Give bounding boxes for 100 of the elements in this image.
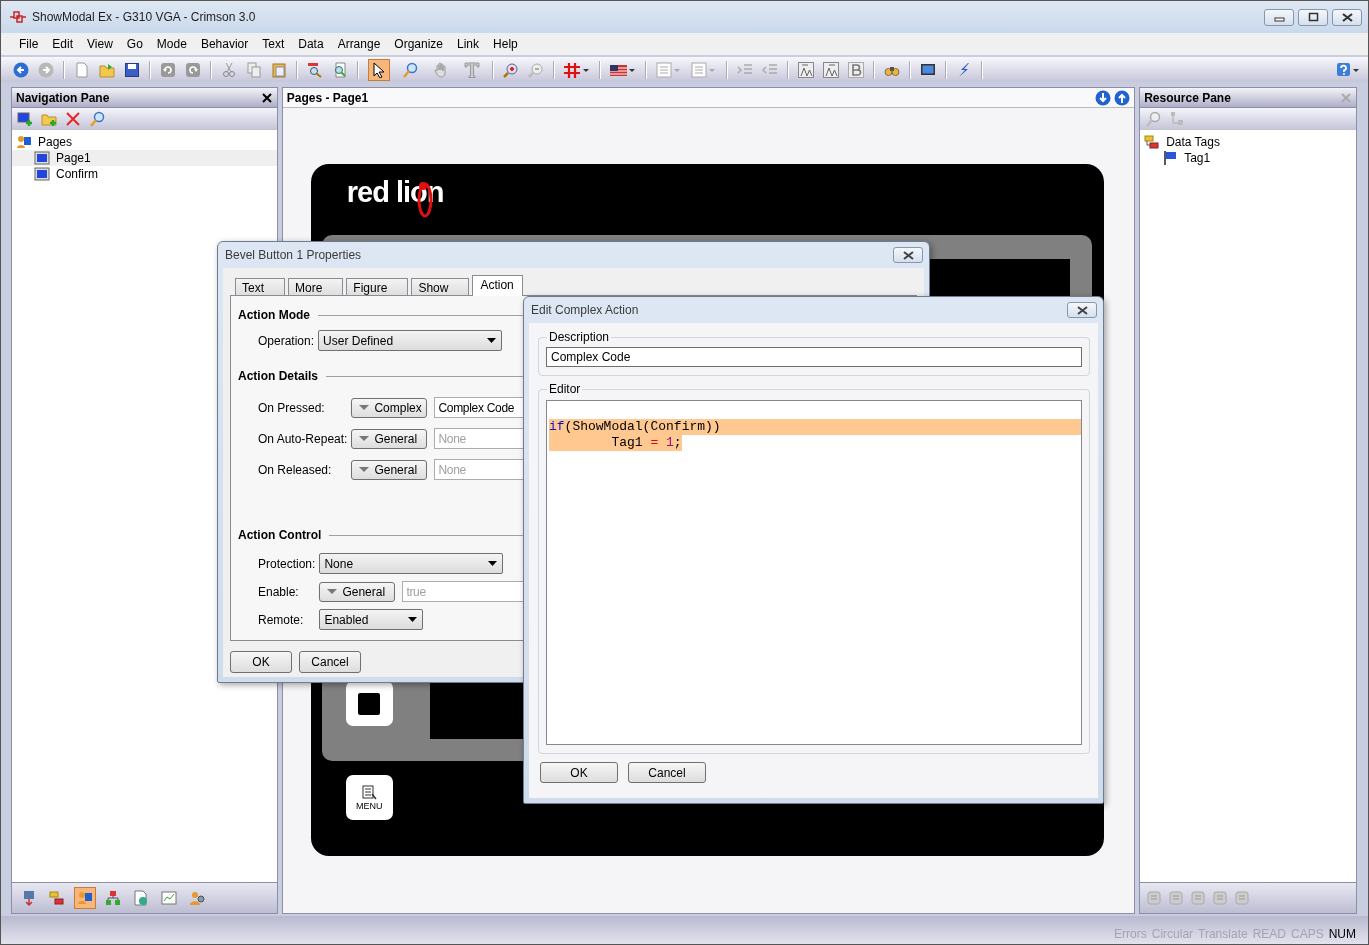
editor-title: Pages - Page1: [286, 90, 370, 105]
dialog-title: Edit Complex Action: [531, 303, 639, 317]
dropdown-arrow-icon: [487, 338, 497, 343]
chart-icon: [161, 890, 177, 906]
help-icon[interactable]: [1336, 61, 1360, 78]
scissors-icon[interactable]: [221, 61, 237, 78]
menu-item[interactable]: Arrange: [330, 37, 388, 51]
menu-item[interactable]: Behavior: [193, 37, 256, 51]
window-title: ShowModal Ex - G310 VGA - Crimson 3.0: [32, 10, 256, 24]
pointer-arrow-icon: [371, 61, 387, 78]
data-tags-icon: [1144, 134, 1161, 150]
close-button[interactable]: [1332, 8, 1362, 26]
app-logo-icon: [10, 9, 26, 25]
menu-item[interactable]: File: [12, 37, 46, 51]
bold-icon[interactable]: [848, 61, 864, 78]
pages-icon: [77, 890, 93, 906]
status-indicator: NUM: [1328, 927, 1356, 941]
close-icon: [902, 250, 914, 260]
caret-icon: [359, 467, 370, 472]
field-label: Protection:: [258, 556, 316, 571]
dialog-title: Bevel Button 1 Properties: [225, 248, 362, 262]
cancel-button[interactable]: Cancel: [628, 762, 706, 783]
page-icon: [34, 166, 50, 182]
tree-item[interactable]: Confirm: [12, 166, 277, 182]
search-icon[interactable]: [89, 111, 105, 127]
font-size-down-icon[interactable]: [823, 61, 839, 78]
menu-item[interactable]: Text: [255, 37, 292, 51]
menu-item[interactable]: Edit: [45, 37, 81, 51]
tree-item[interactable]: Data Tags: [1140, 134, 1356, 150]
search-icon[interactable]: [1145, 111, 1162, 127]
pane-title: Navigation Pane: [16, 90, 110, 105]
tree-item[interactable]: Tag1: [1140, 150, 1356, 166]
new-folder-icon[interactable]: [41, 111, 57, 127]
tree-item[interactable]: Pages: [12, 134, 277, 150]
caret-icon: [327, 589, 338, 594]
zoom-out-icon[interactable]: [528, 61, 544, 78]
magnifier-icon: [402, 61, 418, 78]
section-heading: Action Control: [238, 528, 322, 542]
section-heading: Action Mode: [238, 308, 310, 322]
communications-icon: [21, 890, 37, 906]
close-icon: [1340, 11, 1354, 23]
tab[interactable]: More: [288, 278, 344, 295]
grid-icon[interactable]: [564, 61, 590, 78]
undo-icon[interactable]: [160, 61, 176, 78]
field-label: On Pressed:: [258, 400, 326, 415]
delete-icon[interactable]: [65, 111, 81, 127]
spell-check-icon[interactable]: [307, 61, 323, 78]
close-button[interactable]: [1067, 302, 1097, 318]
ok-button[interactable]: OK: [230, 651, 292, 673]
page-icon: [34, 150, 50, 166]
description-field[interactable]: Complex Code: [546, 347, 1082, 367]
close-icon[interactable]: [260, 91, 273, 104]
dropdown[interactable]: User Defined: [318, 330, 503, 351]
hand-icon: [433, 61, 449, 78]
close-button[interactable]: [893, 247, 923, 263]
globe-page-icon: [133, 890, 149, 906]
ok-button[interactable]: OK: [540, 762, 618, 783]
tab[interactable]: Show: [411, 278, 470, 295]
dropdown[interactable]: None: [319, 553, 504, 574]
zoom-in-icon[interactable]: [503, 61, 519, 78]
menu-item[interactable]: Help: [486, 37, 525, 51]
find-icon[interactable]: [332, 61, 348, 78]
tree-item[interactable]: Page1: [12, 150, 277, 166]
menu-item[interactable]: Link: [450, 37, 487, 51]
field-label: Enable:: [258, 584, 300, 599]
monitor-icon[interactable]: [920, 61, 936, 78]
data-tags-icon: [49, 890, 65, 906]
category-button[interactable]: [74, 887, 96, 909]
pages-folder-icon: [16, 134, 32, 150]
group-label: Description: [548, 330, 611, 344]
caret-icon: [359, 436, 370, 441]
tab[interactable]: Text: [235, 278, 285, 295]
clipboard-icon[interactable]: [271, 61, 287, 78]
mode-dropdown-button[interactable]: Complex: [351, 397, 428, 418]
folder-icon[interactable]: [99, 61, 115, 78]
maximize-button[interactable]: [1298, 8, 1328, 26]
new-page-icon[interactable]: [17, 111, 33, 127]
softkey-button[interactable]: [345, 681, 393, 726]
group-label: Editor: [548, 382, 582, 396]
menu-item[interactable]: Mode: [149, 37, 194, 51]
tab[interactable]: Action: [472, 275, 523, 296]
cancel-button[interactable]: Cancel: [299, 651, 361, 673]
redo-icon[interactable]: [185, 61, 201, 78]
tab[interactable]: Figure: [346, 278, 409, 295]
pointer-tool-button[interactable]: [368, 58, 390, 81]
field-label: Operation:: [258, 333, 315, 348]
save-icon[interactable]: [124, 61, 140, 78]
menu-item[interactable]: Data: [291, 37, 331, 51]
maximize-icon: [1307, 11, 1319, 23]
dropdown[interactable]: Enabled: [319, 609, 424, 630]
code-editor[interactable]: if(ShowModal(Confirm)) Tag1 = 1;: [546, 400, 1082, 745]
menu-item[interactable]: View: [80, 37, 120, 51]
menu-item[interactable]: Organize: [387, 37, 451, 51]
menu-item[interactable]: Go: [119, 37, 150, 51]
font-size-up-icon[interactable]: [798, 61, 814, 78]
flag-icon: [1162, 150, 1179, 166]
menu-key[interactable]: MENU: [345, 775, 393, 820]
lightning-icon[interactable]: [956, 61, 972, 78]
field-label: Remote:: [258, 612, 305, 627]
section-heading: Action Details: [238, 369, 318, 383]
